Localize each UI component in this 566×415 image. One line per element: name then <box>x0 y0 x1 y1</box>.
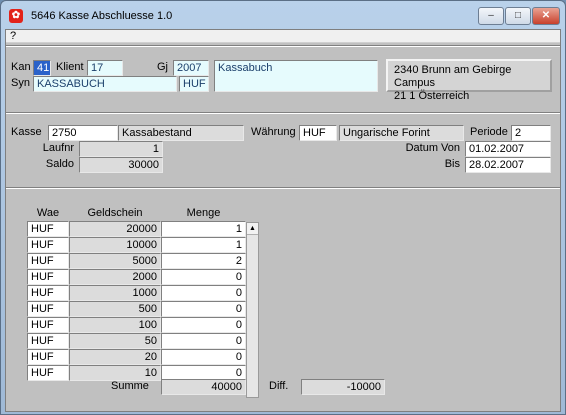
waehrung-name-field: Ungarische Forint <box>339 125 464 141</box>
syn-field[interactable]: KASSABUCH <box>33 76 177 92</box>
kan-field[interactable]: 41 <box>33 60 51 76</box>
app-window: ✿ 5646 Kasse Abschluesse 1.0 – □ ✕ ? Kan… <box>0 0 566 415</box>
row-1-geldschein: 20000 <box>69 221 161 237</box>
row-3-geldschein: 5000 <box>69 253 161 269</box>
separator-top <box>6 45 560 47</box>
address-line-1: 2340 Brunn am Gebirge Campus <box>394 64 512 89</box>
col-header-geldschein: Geldschein <box>87 207 143 219</box>
waehrung-code-field[interactable]: HUF <box>299 125 337 141</box>
row-9-menge[interactable]: 0 <box>161 349 246 365</box>
separator-header <box>6 112 560 114</box>
row-8-menge[interactable]: 0 <box>161 333 246 349</box>
saldo-label: Saldo <box>45 158 74 170</box>
periode-label: Periode <box>470 126 508 138</box>
kassabuch-name-field[interactable]: Kassabuch <box>214 60 378 92</box>
maximize-button[interactable]: □ <box>505 7 531 25</box>
row-7-menge[interactable]: 0 <box>161 317 246 333</box>
row-8-geldschein: 50 <box>69 333 161 349</box>
col-header-wae: Wae <box>36 207 60 219</box>
row-6-wae[interactable]: HUF <box>27 301 69 317</box>
grid-scrollbar[interactable]: ▲ <box>246 222 259 398</box>
saldo-field: 30000 <box>79 157 163 173</box>
form-canvas: ? Kan 41 Klient 17 Gj 2007 Kassabuch Syn… <box>5 29 561 412</box>
scroll-up-arrow-icon[interactable]: ▲ <box>247 223 258 235</box>
diff-label: Diff. <box>269 380 289 392</box>
minimize-button[interactable]: – <box>478 7 504 25</box>
address-line-2: 21 1 Österreich <box>394 90 470 102</box>
row-2-wae[interactable]: HUF <box>27 237 69 253</box>
row-6-menge[interactable]: 0 <box>161 301 246 317</box>
kasse-code-field[interactable]: 2750 <box>48 125 118 141</box>
kasse-label: Kasse <box>11 126 42 138</box>
row-5-menge[interactable]: 0 <box>161 285 246 301</box>
row-7-geldschein: 100 <box>69 317 161 333</box>
bis-label: Bis <box>444 158 460 170</box>
datum-von-field[interactable]: 01.02.2007 <box>465 141 551 157</box>
row-3-menge[interactable]: 2 <box>161 253 246 269</box>
row-4-geldschein: 2000 <box>69 269 161 285</box>
diff-field: -10000 <box>301 379 385 395</box>
syn-label: Syn <box>11 77 30 89</box>
klient-label: Klient <box>56 61 84 73</box>
bis-field[interactable]: 28.02.2007 <box>465 157 551 173</box>
close-button[interactable]: ✕ <box>532 7 560 25</box>
row-3-wae[interactable]: HUF <box>27 253 69 269</box>
summe-field: 40000 <box>161 379 246 395</box>
row-1-wae[interactable]: HUF <box>27 221 69 237</box>
waehrung-label: Währung <box>251 126 296 138</box>
row-9-geldschein: 20 <box>69 349 161 365</box>
datum-von-label: Datum Von <box>405 142 460 154</box>
currency-field[interactable]: HUF <box>179 76 209 92</box>
summe-label: Summe <box>111 380 149 392</box>
laufnr-label: Laufnr <box>42 142 74 154</box>
separator-detail <box>6 187 560 189</box>
kan-label: Kan <box>11 61 31 73</box>
row-6-geldschein: 500 <box>69 301 161 317</box>
row-2-geldschein: 10000 <box>69 237 161 253</box>
window-title: 5646 Kasse Abschluesse 1.0 <box>31 10 173 22</box>
row-8-wae[interactable]: HUF <box>27 333 69 349</box>
laufnr-field: 1 <box>79 141 163 157</box>
klient-field[interactable]: 17 <box>87 60 123 76</box>
title-bar[interactable]: ✿ 5646 Kasse Abschluesse 1.0 – □ ✕ <box>1 1 565 29</box>
row-5-geldschein: 1000 <box>69 285 161 301</box>
menu-help[interactable]: ? <box>10 30 16 42</box>
row-4-wae[interactable]: HUF <box>27 269 69 285</box>
gj-field[interactable]: 2007 <box>173 60 209 76</box>
kasse-name-field: Kassabestand <box>118 125 244 141</box>
col-header-menge: Menge <box>186 207 221 219</box>
row-5-wae[interactable]: HUF <box>27 285 69 301</box>
row-2-menge[interactable]: 1 <box>161 237 246 253</box>
row-7-wae[interactable]: HUF <box>27 317 69 333</box>
gj-label: Gj <box>157 61 168 73</box>
row-9-wae[interactable]: HUF <box>27 349 69 365</box>
oracle-app-icon: ✿ <box>9 9 23 23</box>
row-10-wae[interactable]: HUF <box>27 365 69 381</box>
row-10-geldschein: 10 <box>69 365 161 381</box>
periode-field[interactable]: 2 <box>511 125 551 141</box>
address-button[interactable]: 2340 Brunn am Gebirge Campus 21 1 Österr… <box>386 59 552 102</box>
row-1-menge[interactable]: 1 <box>161 221 246 237</box>
row-4-menge[interactable]: 0 <box>161 269 246 285</box>
menu-bar: ? <box>6 30 560 43</box>
